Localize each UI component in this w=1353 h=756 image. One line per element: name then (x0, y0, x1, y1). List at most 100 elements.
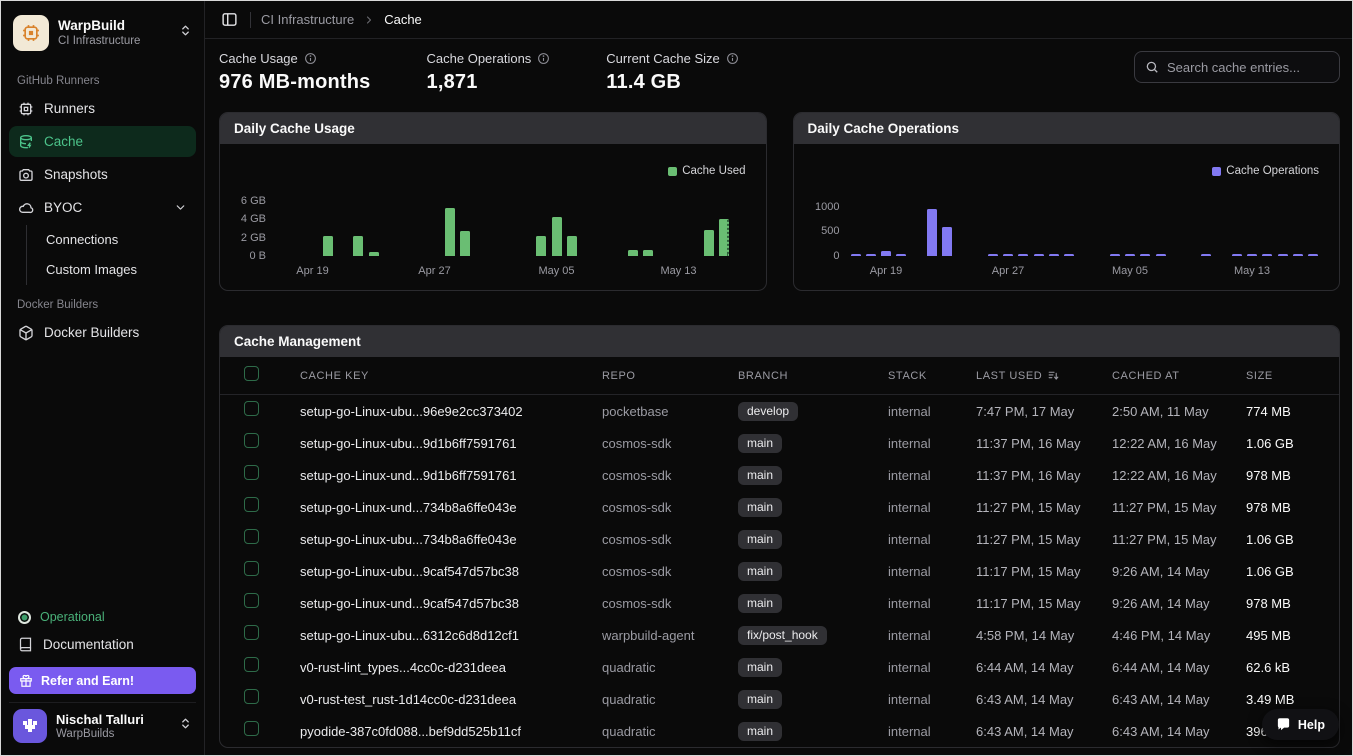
cell-repo: cosmos-sdk (602, 564, 738, 579)
row-checkbox[interactable] (244, 497, 259, 512)
cell-last-used: 4:58 PM, 14 May (976, 628, 1112, 643)
cell-last-used: 11:17 PM, 15 May (976, 596, 1112, 611)
cloud-icon (18, 200, 34, 216)
cell-repo: cosmos-sdk (602, 436, 738, 451)
table-row: setup-go-Linux-ubu...6312c6d8d12cf1 warp… (220, 619, 1339, 651)
stat-cache-operations: Cache Operations 1,871 (427, 51, 551, 94)
select-all-checkbox[interactable] (244, 366, 259, 381)
org-switcher[interactable]: WarpBuild CI Infrastructure (9, 11, 196, 63)
chart-bar (719, 219, 729, 256)
stat-label: Cache Usage (219, 51, 298, 66)
sidebar-item-documentation[interactable]: Documentation (9, 629, 196, 660)
cell-cached-at: 9:26 AM, 14 May (1112, 596, 1246, 611)
row-checkbox[interactable] (244, 625, 259, 640)
user-switcher[interactable]: Nischal Talluri WarpBuilds (9, 702, 196, 745)
x-tick-label: Apr 19 (870, 265, 902, 277)
sidebar-item-cache[interactable]: Cache (9, 126, 196, 157)
stat-value: 11.4 GB (606, 71, 738, 94)
sidebar-toggle-button[interactable] (219, 9, 240, 30)
panel-title: Cache Management (220, 326, 1339, 357)
cell-last-used: 11:27 PM, 15 May (976, 500, 1112, 515)
sidebar-item-custom-images[interactable]: Custom Images (37, 255, 196, 283)
sidebar-item-connections[interactable]: Connections (37, 225, 196, 253)
cell-last-used: 6:44 AM, 14 May (976, 660, 1112, 675)
panel-title: Daily Cache Usage (220, 113, 766, 144)
chevron-right-icon (363, 14, 375, 26)
branch-badge: main (738, 690, 782, 709)
row-checkbox[interactable] (244, 593, 259, 608)
row-checkbox[interactable] (244, 465, 259, 480)
camera-icon (18, 167, 34, 183)
sidebar: WarpBuild CI Infrastructure GitHub Runne… (1, 1, 205, 755)
branch-badge: main (738, 434, 782, 453)
info-icon[interactable] (726, 52, 739, 65)
sidebar-item-docker-builders[interactable]: Docker Builders (9, 317, 196, 348)
x-tick-label: May 05 (538, 265, 574, 277)
breadcrumb: CI Infrastructure Cache (261, 12, 422, 27)
breadcrumb-cache: Cache (384, 12, 422, 27)
x-tick-label: May 13 (660, 265, 696, 277)
chevrons-up-down-icon (179, 24, 192, 42)
row-checkbox[interactable] (244, 401, 259, 416)
cell-last-used: 11:37 PM, 16 May (976, 436, 1112, 451)
sidebar-item-runners[interactable]: Runners (9, 93, 196, 124)
help-button[interactable]: Help (1262, 709, 1339, 740)
row-checkbox[interactable] (244, 721, 259, 736)
sort-descending-icon (1047, 369, 1060, 382)
x-tick-label: May 05 (1112, 265, 1148, 277)
row-checkbox[interactable] (244, 657, 259, 672)
table-row: v0-rust-lint_types...4cc0c-d231deea quad… (220, 651, 1339, 683)
row-checkbox[interactable] (244, 529, 259, 544)
row-checkbox[interactable] (244, 689, 259, 704)
chevron-down-icon (174, 201, 187, 214)
branch-badge: main (738, 658, 782, 677)
cell-cache-key: setup-go-Linux-ubu...734b8a6ffe043e (300, 532, 602, 547)
cell-size: 495 MB (1246, 628, 1339, 643)
column-header-stack: STACK (888, 370, 976, 382)
info-icon[interactable] (304, 52, 317, 65)
cell-cache-key: v0-rust-test_rust-1d14cc0c-d231deea (300, 692, 602, 707)
cell-cache-key: setup-go-Linux-ubu...6312c6d8d12cf1 (300, 628, 602, 643)
sidebar-item-label: Docker Builders (44, 325, 139, 340)
cell-stack: internal (888, 628, 976, 643)
table-row: setup-go-Linux-ubu...734b8a6ffe043e cosm… (220, 523, 1339, 555)
cell-repo: quadratic (602, 660, 738, 675)
package-icon (18, 325, 34, 341)
sidebar-item-label: BYOC (44, 200, 82, 215)
branch-badge: main (738, 594, 782, 613)
stat-value: 1,871 (427, 71, 551, 94)
search-input[interactable] (1167, 60, 1329, 75)
cell-stack: internal (888, 404, 976, 419)
column-header-last-used[interactable]: LAST USED (976, 369, 1112, 382)
row-checkbox[interactable] (244, 433, 259, 448)
cell-last-used: 7:47 PM, 17 May (976, 404, 1112, 419)
refer-and-earn-button[interactable]: Refer and Earn! (9, 667, 196, 694)
legend-label: Cache Operations (1226, 165, 1319, 177)
breadcrumb-ci-infrastructure[interactable]: CI Infrastructure (261, 12, 354, 27)
search-box (1134, 51, 1340, 83)
legend-swatch (1212, 167, 1221, 176)
chart-plot (848, 192, 1322, 256)
avatar (13, 709, 47, 743)
cell-size: 3.49 MB (1246, 692, 1339, 707)
cell-repo: cosmos-sdk (602, 596, 738, 611)
cell-last-used: 11:37 PM, 16 May (976, 468, 1112, 483)
table-row: pyodide-387c0fd088...bef9dd525b11cf quad… (220, 715, 1339, 747)
chart-bar (704, 230, 714, 257)
cell-size: 62.6 kB (1246, 660, 1339, 675)
info-icon[interactable] (537, 52, 550, 65)
sidebar-item-snapshots[interactable]: Snapshots (9, 159, 196, 190)
chart-bar (942, 227, 952, 256)
table-header-row: CACHE KEY REPO BRANCH STACK LAST USED CA… (220, 357, 1339, 395)
cell-cache-key: setup-go-Linux-und...9d1b6ff7591761 (300, 468, 602, 483)
table-row: setup-go-Linux-ubu...96e9e2cc373402 pock… (220, 395, 1339, 427)
cell-cache-key: pyodide-387c0fd088...bef9dd525b11cf (300, 724, 602, 739)
daily-cache-operations-panel: Daily Cache Operations Cache Operations … (793, 112, 1341, 291)
topbar: CI Infrastructure Cache (205, 1, 1352, 39)
row-checkbox[interactable] (244, 561, 259, 576)
cell-stack: internal (888, 692, 976, 707)
cell-stack: internal (888, 660, 976, 675)
section-label-docker-builders: Docker Builders (9, 287, 196, 317)
sidebar-item-byoc[interactable]: BYOC (9, 192, 196, 223)
cell-size: 774 MB (1246, 404, 1339, 419)
